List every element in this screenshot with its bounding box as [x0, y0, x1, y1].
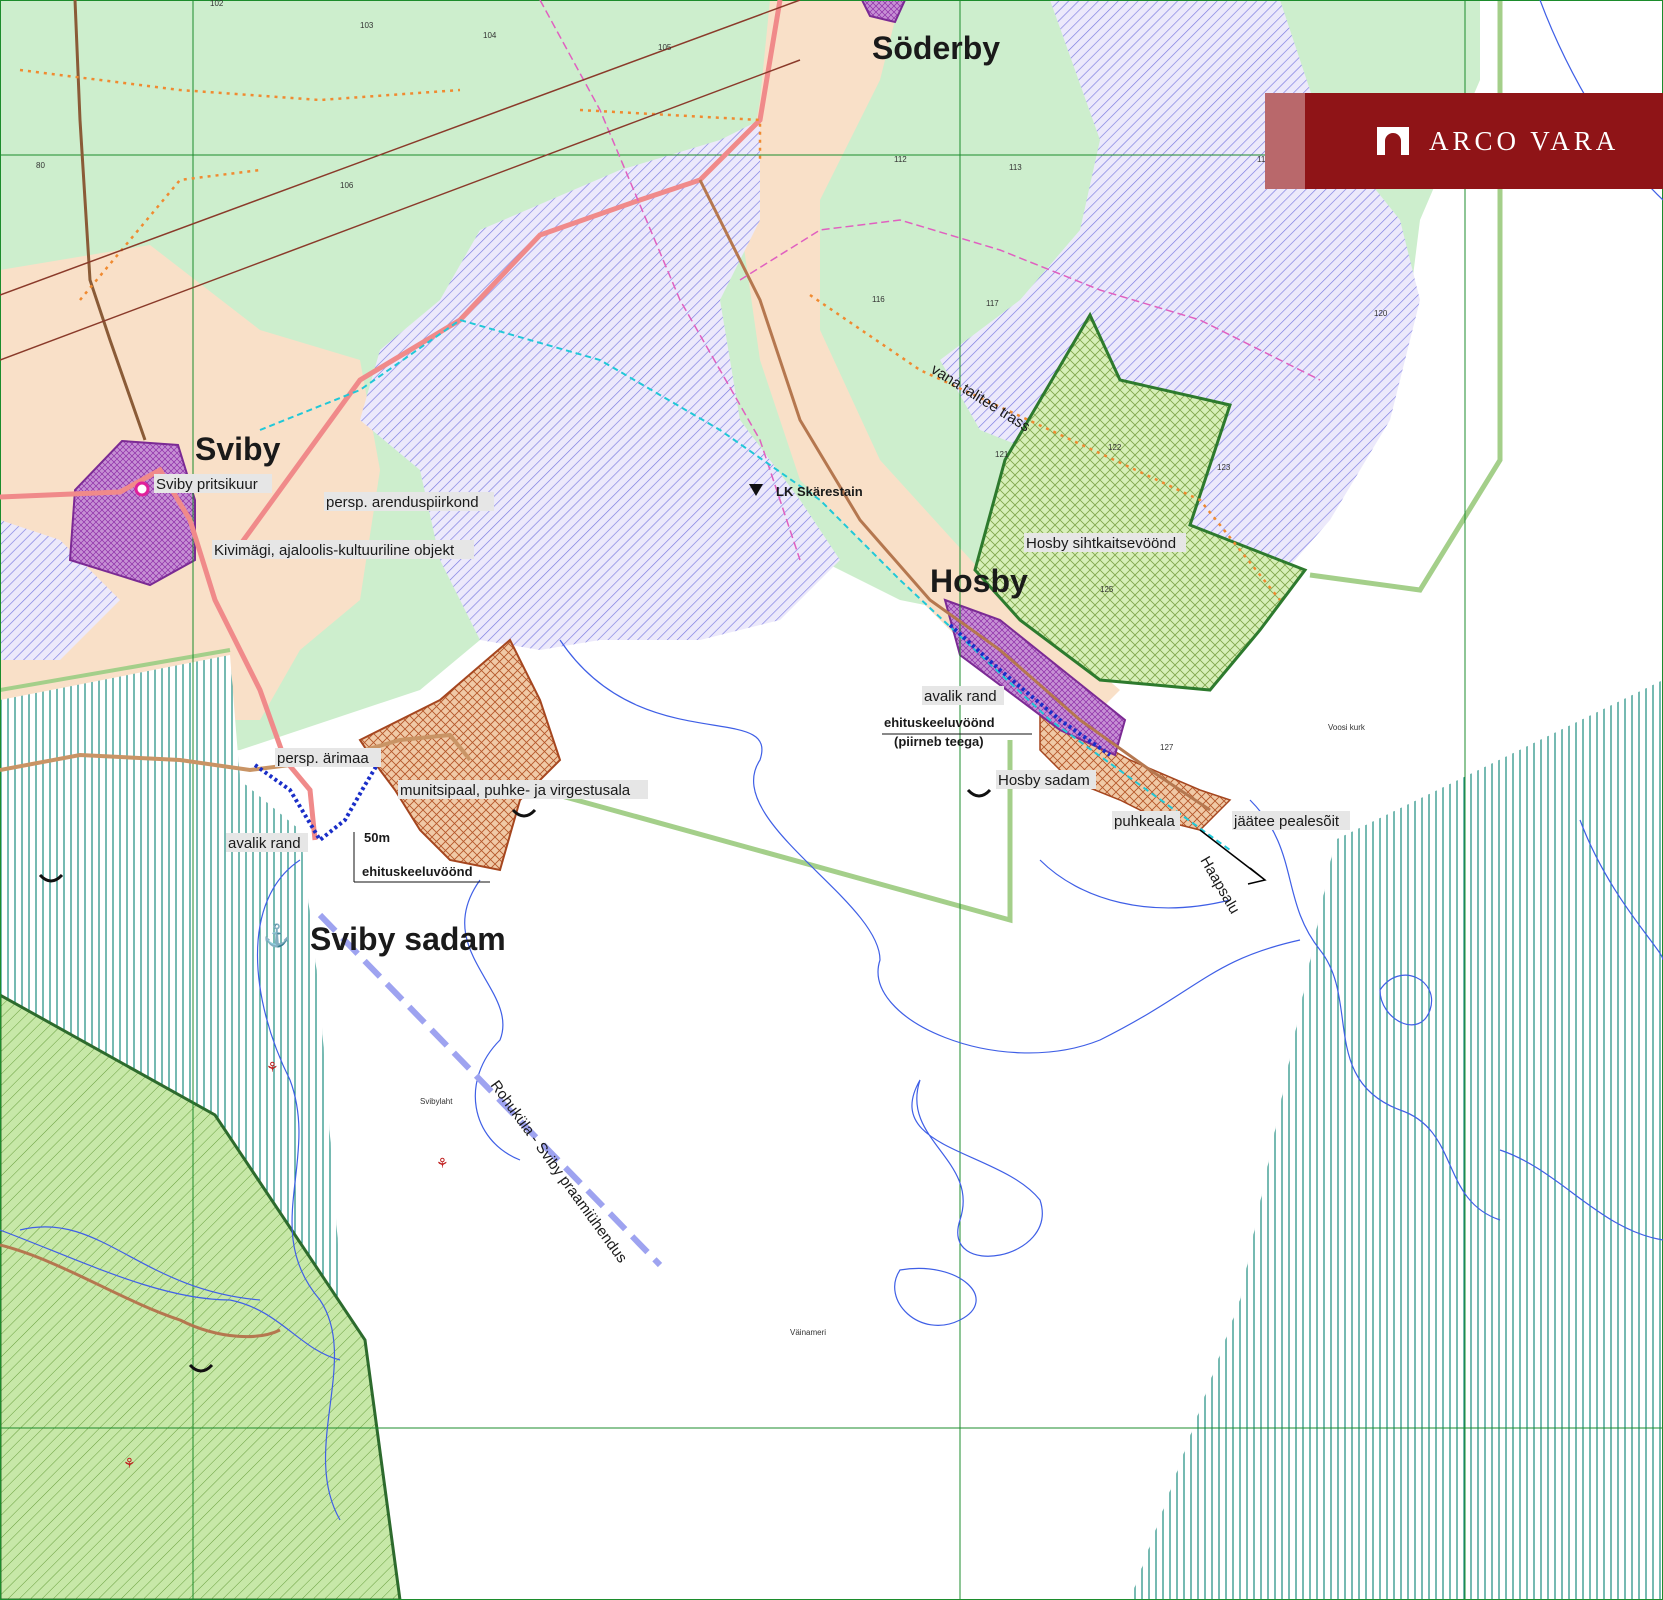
- parcel-number: 123: [1217, 463, 1231, 472]
- parcel-number: 120: [1374, 309, 1388, 318]
- map-canvas[interactable]: ⚓ ⚘ ⚘ ⚘ Söderby Sviby Hosby Sviby sadam …: [0, 0, 1663, 1600]
- parcel-number: 105: [658, 43, 672, 52]
- parcel-number: 80: [36, 161, 45, 170]
- label-sviby-pritsikuur: Sviby pritsikuur: [156, 476, 258, 493]
- parcel-number: 122: [1108, 443, 1122, 452]
- label-avalik-rand-hosby: avalik rand: [924, 688, 997, 705]
- label-50m: 50m: [364, 830, 390, 845]
- label-persp-arimaa: persp. ärimaa: [277, 750, 369, 767]
- parcel-number: 125: [1100, 585, 1114, 594]
- parcel-number: 104: [483, 31, 497, 40]
- parcel-number: 121: [995, 450, 1009, 459]
- buoy-icon-1: ⚘: [266, 1059, 279, 1075]
- label-ehituskeeluvoond-hosby: ehituskeeluvöönd: [884, 715, 995, 730]
- parcel-number: 112: [894, 155, 907, 164]
- anchor-icon: ⚓: [263, 923, 290, 948]
- fire-station-icon: [134, 481, 150, 497]
- label-piirneb-teega: (piirneb teega): [894, 734, 984, 749]
- label-haapsalu: Haapsalu: [1197, 854, 1243, 917]
- label-voosi-kurk: Voosi kurk: [1328, 723, 1366, 732]
- parcel-number: 103: [360, 21, 374, 30]
- arco-vara-logo: ARCO VARA: [1265, 93, 1663, 189]
- logo-accent-band: [1265, 93, 1305, 189]
- house-arch-icon: [1377, 127, 1409, 155]
- label-vainameri: Väinameri: [790, 1328, 826, 1337]
- label-lk-skarestain: LK Skärestain: [776, 484, 863, 499]
- buoy-icon-3: ⚘: [123, 1455, 136, 1471]
- label-svibylaht: Svibylaht: [420, 1097, 453, 1106]
- parcel-number: 102: [210, 0, 224, 8]
- place-sviby-sadam: Sviby sadam: [310, 921, 506, 957]
- parcel-number: 113: [1009, 163, 1022, 172]
- label-avalik-rand-sviby: avalik rand: [228, 835, 301, 852]
- logo-wordmark: ARCO VARA: [1429, 126, 1620, 156]
- label-persp-arenduspiirkond: persp. arenduspiirkond: [326, 494, 479, 511]
- label-ferry-route: Rohuküla - Sviby praamiühendus: [487, 1077, 631, 1266]
- parcel-number: 106: [340, 181, 354, 190]
- parcel-number: 127: [1160, 743, 1174, 752]
- place-sviby: Sviby: [195, 431, 281, 467]
- harbour-icon-hosby: [966, 788, 992, 798]
- label-puhkeala: puhkeala: [1114, 813, 1176, 830]
- label-hosby-sadam: Hosby sadam: [998, 772, 1090, 789]
- zone-outline-central: [539, 740, 1013, 924]
- parcel-number: 116: [872, 295, 885, 304]
- label-ehituskeeluvoond-sviby: ehituskeeluvöönd: [362, 864, 473, 879]
- place-hosby: Hosby: [930, 563, 1028, 599]
- buoy-icon-2: ⚘: [436, 1155, 449, 1171]
- logo-panel: ARCO VARA: [1305, 93, 1663, 189]
- label-kivimagi: Kivimägi, ajaloolis-kultuuriline objekt: [214, 542, 455, 559]
- place-soderby: Söderby: [872, 30, 1000, 66]
- label-munitsipaal: munitsipaal, puhke- ja virgestusala: [400, 782, 631, 799]
- label-jaatee-pealesoit: jäätee pealesõit: [1233, 813, 1340, 830]
- label-hosby-sihtkaitsevoond: Hosby sihtkaitsevöönd: [1026, 535, 1176, 552]
- parcel-number: 117: [986, 299, 999, 308]
